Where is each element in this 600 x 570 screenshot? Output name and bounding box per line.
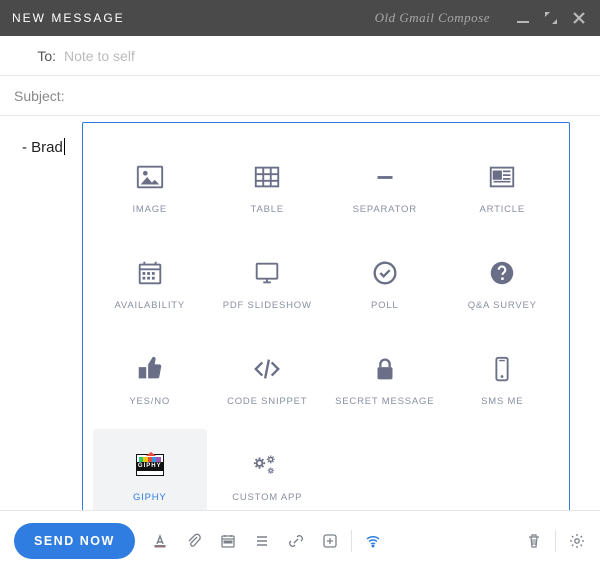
format-icon[interactable] — [151, 532, 169, 550]
insert-poll[interactable]: POLL — [328, 237, 442, 329]
to-label: To: — [14, 48, 56, 64]
insert-app-icon[interactable] — [321, 532, 339, 550]
old-compose-link[interactable]: Old Gmail Compose — [375, 10, 490, 26]
compose-body[interactable]: - Brad IMAGE TABLE SEPARATOR ARTICLE AVAILAB… — [0, 116, 600, 532]
attachment-icon[interactable] — [185, 532, 203, 550]
poll-icon — [368, 256, 402, 290]
wifi-icon[interactable] — [364, 532, 382, 550]
qa-survey-icon — [485, 256, 519, 290]
trash-icon[interactable] — [525, 532, 543, 550]
yesno-icon — [133, 352, 167, 386]
insert-item-label: YES/NO — [129, 396, 170, 407]
expand-icon[interactable] — [542, 9, 560, 27]
insert-custom-app[interactable]: CUSTOM APP — [211, 429, 325, 521]
insert-item-label: CODE SNIPPET — [227, 396, 307, 407]
code-snippet-icon — [250, 352, 284, 386]
article-icon — [485, 160, 519, 194]
insert-separator[interactable]: SEPARATOR — [328, 141, 442, 233]
insert-item-label: Q&A SURVEY — [468, 300, 537, 311]
close-icon[interactable] — [570, 9, 588, 27]
fields: To: Note to self Subject: — [0, 36, 600, 116]
sms-me-icon — [485, 352, 519, 386]
insert-item-label: POLL — [371, 300, 399, 311]
secret-message-icon — [368, 352, 402, 386]
insert-sms-me[interactable]: SMS ME — [446, 333, 560, 425]
insert-secret-message[interactable]: SECRET MESSAGE — [328, 333, 442, 425]
send-button[interactable]: SEND NOW — [14, 523, 135, 559]
image-icon — [133, 160, 167, 194]
availability-icon — [133, 256, 167, 290]
subject-label: Subject: — [14, 88, 65, 104]
insert-item-label: GIPHY — [133, 492, 167, 503]
list-icon[interactable] — [253, 532, 271, 550]
compose-window: NEW MESSAGE Old Gmail Compose To: Note t… — [0, 0, 600, 570]
custom-app-icon — [250, 448, 284, 482]
insert-item-label: SECRET MESSAGE — [335, 396, 434, 407]
insert-giphy[interactable]: GIPHY GIPHY — [93, 429, 207, 521]
insert-code-snippet[interactable]: CODE SNIPPET — [211, 333, 325, 425]
subject-row[interactable]: Subject: — [0, 76, 600, 116]
compose-header: NEW MESSAGE Old Gmail Compose — [0, 0, 600, 36]
insert-qa-survey[interactable]: Q&A SURVEY — [446, 237, 560, 329]
table-icon — [250, 160, 284, 194]
insert-article[interactable]: ARTICLE — [446, 141, 560, 233]
gear-icon[interactable] — [568, 532, 586, 550]
insert-item-label: TABLE — [251, 204, 284, 215]
insert-pdf-slideshow[interactable]: PDF SLIDESHOW — [211, 237, 325, 329]
to-placeholder: Note to self — [64, 48, 135, 64]
toolbar: SEND NOW — [0, 510, 600, 570]
insert-item-label: SEPARATOR — [353, 204, 417, 215]
header-title: NEW MESSAGE — [12, 11, 125, 25]
insert-image[interactable]: IMAGE — [93, 141, 207, 233]
insert-item-label: AVAILABILITY — [115, 300, 186, 311]
minimize-icon[interactable] — [514, 9, 532, 27]
pdf-slideshow-icon — [250, 256, 284, 290]
insert-item-label: ARTICLE — [479, 204, 525, 215]
link-icon[interactable] — [287, 532, 305, 550]
separator-icon — [368, 160, 402, 194]
insert-item-label: CUSTOM APP — [232, 492, 302, 503]
insert-popover: IMAGE TABLE SEPARATOR ARTICLE AVAILABILITY PD… — [82, 122, 570, 520]
to-row[interactable]: To: Note to self — [0, 36, 600, 76]
calendar-icon[interactable] — [219, 532, 237, 550]
insert-availability[interactable]: AVAILABILITY — [93, 237, 207, 329]
insert-item-label: IMAGE — [132, 204, 167, 215]
insert-yesno[interactable]: YES/NO — [93, 333, 207, 425]
giphy-icon: GIPHY — [133, 448, 167, 482]
signature-text: - Brad — [22, 138, 65, 156]
insert-item-label: SMS ME — [481, 396, 523, 407]
insert-table[interactable]: TABLE — [211, 141, 325, 233]
insert-item-label: PDF SLIDESHOW — [223, 300, 312, 311]
